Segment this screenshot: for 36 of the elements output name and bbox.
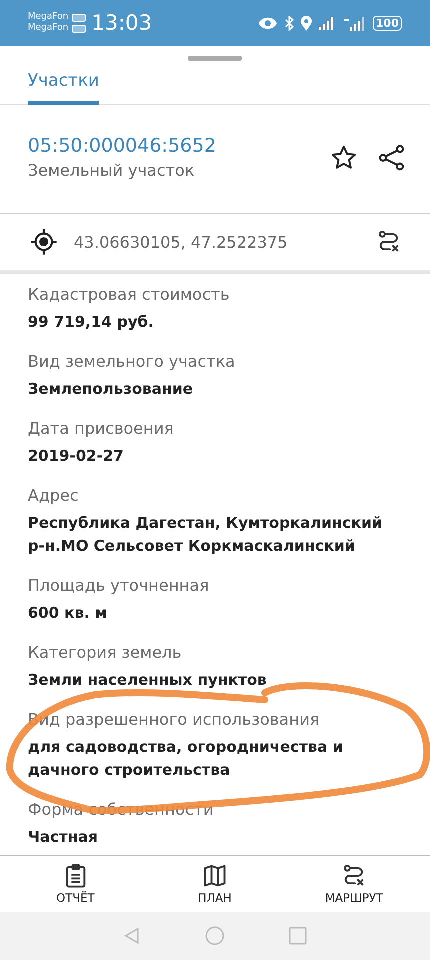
field-label: Кадастровая стоимость (28, 284, 231, 306)
bluetooth-icon (285, 16, 294, 30)
field-label: Адрес (28, 485, 80, 507)
eye-icon (258, 16, 278, 30)
field-value: 600 кв. м (28, 603, 108, 624)
field-value: Частная (28, 827, 99, 848)
star-icon[interactable] (330, 144, 358, 172)
carrier-name: MegaFon (28, 12, 69, 23)
tab[interactable]: Участки (28, 71, 100, 105)
map-icon (202, 863, 228, 889)
field-label: Категория земель (28, 642, 183, 664)
coordinates: 43.06630105, 47.2522375 (74, 232, 289, 252)
drag-handle[interactable] (188, 56, 242, 61)
field-label: Площадь уточненная (28, 575, 210, 597)
share-icon[interactable] (378, 144, 406, 172)
nav-button[interactable]: ОТЧЁТ (6, 856, 146, 912)
field-label: Дата присвоения (28, 418, 175, 440)
field-value: Землепользование (28, 379, 194, 400)
parcel-type: Земельный участок (28, 160, 196, 182)
field-value: для садоводства, огородничества и дачного строительства (28, 737, 344, 781)
field-value: Земли населенных пунктов (28, 670, 268, 691)
field-label: Вид земельного участка (28, 351, 236, 373)
location-target-icon[interactable] (30, 228, 58, 256)
nav-button[interactable]: ПЛАН (145, 856, 285, 912)
nav-button[interactable]: МАРШРУТ (284, 856, 424, 912)
clock: 13:03 (92, 11, 152, 35)
carrier-name: MegaFon (28, 23, 69, 34)
cadastral-number: 05:50:000046:5652 (28, 134, 218, 159)
field-value: 2019-02-27 (28, 446, 125, 467)
signal-icon (344, 16, 366, 30)
location-icon (301, 16, 312, 30)
battery-level: 100 (373, 16, 402, 30)
volte-icon (72, 14, 86, 22)
field-value: Республика Дагестан, Кумторкалинский р-н.МО Сельсовет Коркмаскалинский (28, 513, 384, 557)
field-value: 99 719,14 руб. (28, 312, 155, 333)
volte-icon (72, 24, 86, 32)
